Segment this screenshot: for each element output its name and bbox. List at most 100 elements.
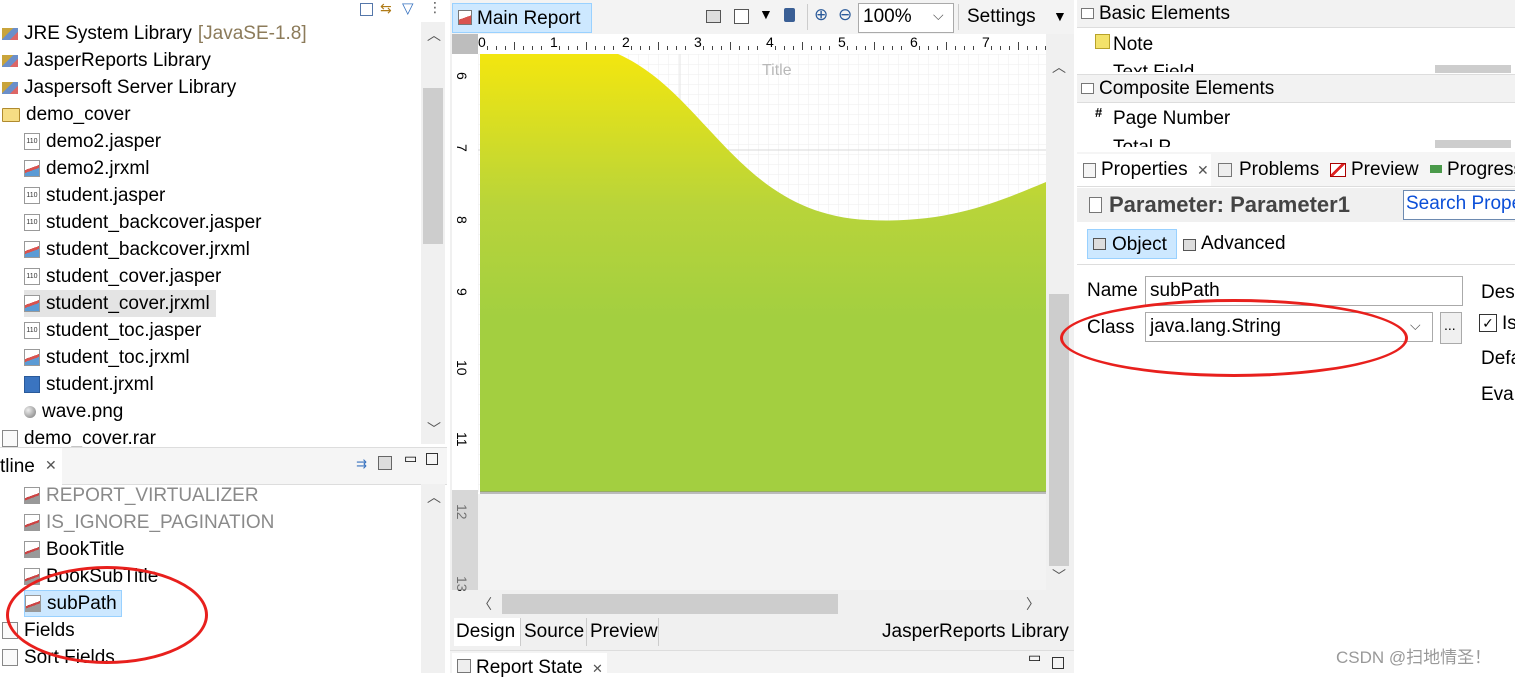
palette-scroll-thumb[interactable] xyxy=(1435,140,1511,148)
scroll-down-icon[interactable]: ﹀ xyxy=(1052,569,1066,583)
outline-item[interactable]: IS_IGNORE_PAGINATION xyxy=(24,509,274,536)
database-icon[interactable] xyxy=(784,8,795,22)
close-icon[interactable]: ✕ xyxy=(45,457,57,474)
outline-scrollbar[interactable]: ︿ xyxy=(421,484,445,673)
maximize-icon[interactable] xyxy=(1052,657,1064,669)
maximize-icon[interactable] xyxy=(426,453,438,465)
canvas-vertical-scrollbar[interactable]: ︿ ﹀ xyxy=(1046,54,1072,590)
tab-preview[interactable]: Preview xyxy=(1351,159,1419,181)
tab-problems[interactable]: Problems xyxy=(1239,159,1319,181)
explorer-item[interactable]: wave.png xyxy=(24,398,123,425)
explorer-item[interactable]: JasperReports Library xyxy=(2,47,211,74)
view-menu-icon[interactable]: ⋮ xyxy=(428,0,442,16)
chart-icon xyxy=(1330,163,1346,177)
settings-button[interactable]: Settings xyxy=(967,6,1036,28)
ruler-tick xyxy=(901,46,902,50)
zoom-in-icon[interactable]: ⊕ xyxy=(814,5,828,25)
close-icon[interactable]: ✕ xyxy=(592,661,603,677)
filter-icon[interactable]: ▽ xyxy=(402,0,414,17)
explorer-item[interactable]: student_cover.jrxml xyxy=(24,290,216,317)
scroll-up-icon[interactable]: ︿ xyxy=(427,490,441,504)
search-properties-input[interactable]: Search Properties xyxy=(1403,190,1515,220)
editor-tab-preview[interactable]: Preview xyxy=(588,618,659,646)
ruler-tick xyxy=(721,46,722,50)
composite-elements-header[interactable]: Composite Elements xyxy=(1077,74,1515,103)
data-adapter-icon[interactable] xyxy=(734,9,749,24)
palette-item-total-pages[interactable]: Total P xyxy=(1093,137,1393,147)
subtab-object[interactable]: Object xyxy=(1087,229,1177,259)
canvas-hscroll-thumb[interactable] xyxy=(502,594,838,614)
project-explorer-panel: ⇆ ▽ ⋮ JRE System Library [JavaSE-1.8] Jasp… xyxy=(0,0,447,449)
explorer-item[interactable]: student_backcover.jrxml xyxy=(24,236,250,263)
default-expression-label: Defa xyxy=(1481,348,1515,369)
outline-tab[interactable]: tline ✕ xyxy=(0,448,62,484)
library-icon xyxy=(2,54,18,67)
scroll-down-icon[interactable]: ﹀ xyxy=(427,422,441,436)
parameter-icon xyxy=(24,514,40,531)
outline-item[interactable]: BookTitle xyxy=(24,536,125,563)
properties-tab-strip: Properties ✕ Problems Preview Progress xyxy=(1077,152,1515,187)
editor-tab-design[interactable]: Design xyxy=(454,618,521,646)
explorer-item[interactable]: JRE System Library [JavaSE-1.8] xyxy=(2,20,307,47)
minimize-icon[interactable]: ▭ xyxy=(1028,649,1041,666)
close-icon[interactable]: ✕ xyxy=(1197,162,1209,179)
explorer-item-label: student.jrxml xyxy=(46,374,154,395)
palette-item-text-field[interactable]: Text Field xyxy=(1093,62,1393,72)
ruler-tick xyxy=(874,42,875,50)
explorer-item[interactable]: demo2.jrxml xyxy=(24,155,149,182)
editor-status-text: JasperReports Library xyxy=(882,621,1069,642)
explorer-item[interactable]: 110 student_cover.jasper xyxy=(24,263,221,290)
main-report-tab[interactable]: Main Report xyxy=(452,3,592,33)
chevron-down-icon[interactable]: ▼ xyxy=(759,6,773,22)
scroll-left-icon[interactable]: 〈 xyxy=(478,597,492,611)
explorer-item[interactable]: student.jrxml xyxy=(24,371,154,398)
explorer-item-label: student_toc.jrxml xyxy=(46,347,190,368)
collapse-all-icon[interactable] xyxy=(360,3,373,16)
palette-item-note[interactable]: Note xyxy=(1093,31,1393,58)
design-canvas[interactable]: Title xyxy=(478,54,1046,590)
scroll-up-icon[interactable]: ︿ xyxy=(1052,60,1066,74)
grid-icon[interactable] xyxy=(706,10,721,23)
class-browse-button[interactable]: ... xyxy=(1440,312,1462,344)
subtab-advanced[interactable]: Advanced xyxy=(1201,233,1286,255)
explorer-scroll-thumb[interactable] xyxy=(423,88,443,244)
tree-mode-icon[interactable]: ⇉ xyxy=(356,456,367,472)
editor-tab-source[interactable]: Source xyxy=(522,618,587,646)
horizontal-ruler: 0 1 2 3 4 5 6 7 xyxy=(478,34,1046,55)
settings-dropdown-icon[interactable]: ▼ xyxy=(1053,8,1067,24)
scroll-up-icon[interactable]: ︿ xyxy=(427,28,441,42)
properties-title: Parameter: Parameter1 xyxy=(1109,192,1350,217)
canvas-horizontal-scrollbar[interactable]: 〈 〉 xyxy=(478,590,1046,618)
minimize-icon[interactable]: ▭ xyxy=(404,450,417,467)
report-editor: Main Report ▼ ⊕ ⊖ 100% ⌵ Settings ▼ 0 1 2 3… xyxy=(450,0,1074,678)
explorer-item[interactable]: 110 demo2.jasper xyxy=(24,128,161,155)
main-report-tab-label: Main Report xyxy=(477,8,581,29)
ruler-tick-label: 10 xyxy=(454,360,470,376)
explorer-item[interactable]: student_toc.jrxml xyxy=(24,344,190,371)
palette-item-page-number[interactable]: # Page Number xyxy=(1093,105,1393,132)
outline-view-icon[interactable] xyxy=(378,456,392,470)
link-editor-icon[interactable]: ⇆ xyxy=(380,0,392,17)
progress-icon xyxy=(1430,165,1442,173)
is-prompt-checkbox[interactable]: ✓ xyxy=(1479,314,1497,332)
explorer-item[interactable]: 110 student.jasper xyxy=(24,182,165,209)
subtab-label: Object xyxy=(1112,234,1167,255)
ruler-tick xyxy=(523,46,524,50)
outline-item[interactable]: REPORT_VIRTUALIZER xyxy=(24,482,259,509)
explorer-scrollbar[interactable]: ︿ ﹀ xyxy=(421,22,445,444)
tab-properties[interactable]: Properties ✕ xyxy=(1077,154,1211,186)
palette-scroll-thumb[interactable] xyxy=(1435,65,1511,73)
ruler-tick xyxy=(865,46,866,50)
zoom-out-icon[interactable]: ⊖ xyxy=(838,5,852,25)
explorer-item[interactable]: demo_cover xyxy=(2,101,131,128)
explorer-item[interactable]: 110 student_backcover.jasper xyxy=(24,209,261,236)
explorer-item[interactable]: Jaspersoft Server Library xyxy=(2,74,236,101)
palette-group-icon xyxy=(1081,8,1094,19)
explorer-item[interactable]: 110 student_toc.jasper xyxy=(24,317,201,344)
tab-progress[interactable]: Progress xyxy=(1447,159,1515,181)
scroll-right-icon[interactable]: 〉 xyxy=(1026,597,1040,611)
file-icon xyxy=(24,295,40,312)
zoom-select[interactable]: 100% ⌵ xyxy=(858,3,954,33)
ruler-tick xyxy=(541,46,542,50)
basic-elements-header[interactable]: Basic Elements xyxy=(1077,0,1515,28)
